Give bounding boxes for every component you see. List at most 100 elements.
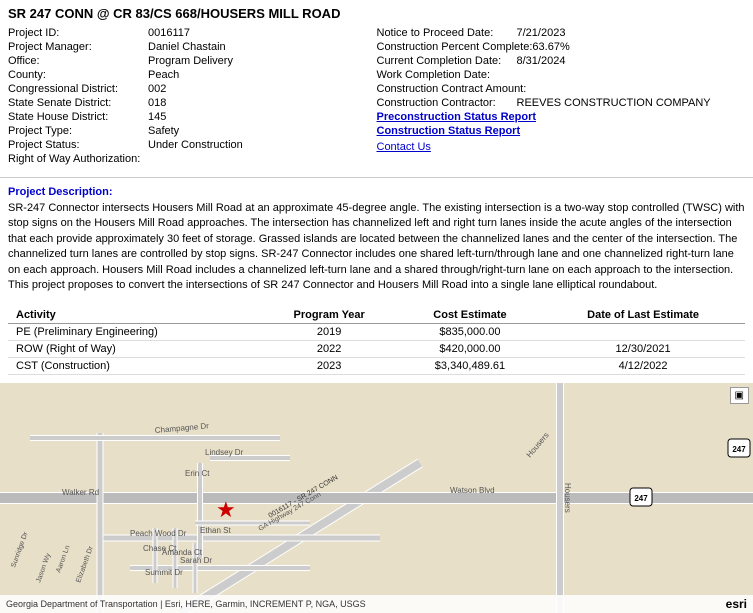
info-left-column: Project ID:0016117Project Manager:Daniel… (8, 27, 377, 165)
description-section: Project Description: SR-247 Connector in… (0, 186, 753, 299)
esri-logo: esri (726, 597, 747, 611)
activities-section: ActivityProgram YearCost EstimateDate of… (0, 307, 753, 375)
info-label: Project ID: (8, 27, 148, 39)
info-label: Construction Contract Amount: (377, 83, 527, 95)
table-header: Program Year (260, 307, 399, 324)
table-cell: $3,340,489.61 (399, 358, 541, 375)
svg-text:Ethan St: Ethan St (200, 526, 231, 535)
info-label: County: (8, 69, 148, 81)
info-value: Daniel Chastain (148, 41, 226, 53)
info-value: Safety (148, 125, 179, 137)
table-cell: 12/30/2021 (541, 341, 745, 358)
info-value: Program Delivery (148, 55, 233, 67)
table-cell (541, 324, 745, 341)
table-cell: 2023 (260, 358, 399, 375)
info-label: Construction Contractor: (377, 97, 517, 109)
svg-text:247: 247 (732, 445, 746, 454)
svg-text:Walker Rd: Walker Rd (62, 488, 99, 497)
info-row: Notice to Proceed Date:7/21/2023 (377, 27, 746, 39)
location-star-marker: ★ (216, 497, 236, 523)
info-value: Under Construction (148, 139, 243, 151)
info-value: Peach (148, 69, 179, 81)
map-container: 247 247 Champagne Dr Walker Rd Lindsey D… (0, 383, 753, 613)
info-row: State Senate District:018 (8, 97, 377, 109)
svg-text:Housers: Housers (563, 483, 572, 513)
info-value: 0016117 (148, 27, 190, 39)
svg-text:Sarah Dr: Sarah Dr (180, 556, 212, 565)
info-label: State Senate District: (8, 97, 148, 109)
expand-icon: ▣ (735, 390, 744, 401)
info-label: Construction Percent Complete: (377, 41, 533, 53)
info-row: Work Completion Date: (377, 69, 746, 81)
info-label: Work Completion Date: (377, 69, 517, 81)
info-row: Construction Status Report (377, 125, 746, 137)
table-cell: $420,000.00 (399, 341, 541, 358)
info-label: Project Status: (8, 139, 148, 151)
info-row: Construction Percent Complete:63.67% (377, 41, 746, 53)
info-label: Current Completion Date: (377, 55, 517, 67)
project-info-grid: Project ID:0016117Project Manager:Daniel… (8, 27, 745, 165)
info-row: Right of Way Authorization: (8, 153, 377, 165)
project-link[interactable]: Construction Status Report (377, 125, 521, 137)
info-value: 63.67% (532, 41, 569, 53)
svg-text:Lindsey Dr: Lindsey Dr (205, 448, 244, 457)
table-row: CST (Construction)2023$3,340,489.614/12/… (8, 358, 745, 375)
table-cell: 2019 (260, 324, 399, 341)
table-header: Cost Estimate (399, 307, 541, 324)
info-label: Right of Way Authorization: (8, 153, 148, 165)
contact-us-link[interactable]: Contact Us (377, 141, 431, 153)
page-title: SR 247 CONN @ CR 83/CS 668/HOUSERS MILL … (8, 6, 745, 21)
table-cell: 4/12/2022 (541, 358, 745, 375)
description-label: Project Description: (8, 186, 745, 198)
table-cell: CST (Construction) (8, 358, 260, 375)
info-label: Notice to Proceed Date: (377, 27, 517, 39)
info-value: 7/21/2023 (517, 27, 566, 39)
info-row: County:Peach (8, 69, 377, 81)
info-value: 002 (148, 83, 166, 95)
svg-text:247: 247 (634, 494, 648, 503)
table-cell: ROW (Right of Way) (8, 341, 260, 358)
info-value: 018 (148, 97, 166, 109)
activities-table: ActivityProgram YearCost EstimateDate of… (8, 307, 745, 375)
info-row: Congressional District:002 (8, 83, 377, 95)
description-text: SR-247 Connector intersects Housers Mill… (8, 201, 745, 293)
info-label: Project Type: (8, 125, 148, 137)
map-footer: Georgia Department of Transportation | E… (0, 595, 753, 613)
table-cell: $835,000.00 (399, 324, 541, 341)
svg-text:Erin Ct: Erin Ct (185, 469, 210, 478)
info-value: REEVES CONSTRUCTION COMPANY (517, 97, 711, 109)
info-row: Preconstruction Status Report (377, 111, 746, 123)
map-expand-button[interactable]: ▣ (730, 387, 749, 404)
info-right-column: Notice to Proceed Date:7/21/2023 Construc… (377, 27, 746, 165)
header-section: SR 247 CONN @ CR 83/CS 668/HOUSERS MILL … (0, 0, 753, 169)
svg-text:Peach Wood Dr: Peach Wood Dr (130, 529, 187, 538)
table-header: Activity (8, 307, 260, 324)
info-row: Contact Us (377, 141, 746, 153)
info-row: Project Manager:Daniel Chastain (8, 41, 377, 53)
info-row: State House District:145 (8, 111, 377, 123)
info-row: Project Type:Safety (8, 125, 377, 137)
info-row: Project ID:0016117 (8, 27, 377, 39)
divider-1 (0, 177, 753, 178)
map-attribution: Georgia Department of Transportation | E… (6, 599, 366, 609)
project-link[interactable]: Preconstruction Status Report (377, 111, 537, 123)
info-row: Construction Contractor:REEVES CONSTRUCT… (377, 97, 746, 109)
svg-text:Summit Dr: Summit Dr (145, 568, 183, 577)
info-row: Current Completion Date:8/31/2024 (377, 55, 746, 67)
info-row: Construction Contract Amount: (377, 83, 746, 95)
svg-text:Watson Blvd: Watson Blvd (450, 486, 495, 495)
info-value: 145 (148, 111, 166, 123)
info-label: Congressional District: (8, 83, 148, 95)
info-row: Project Status:Under Construction (8, 139, 377, 151)
table-cell: PE (Preliminary Engineering) (8, 324, 260, 341)
map-svg: 247 247 Champagne Dr Walker Rd Lindsey D… (0, 383, 753, 613)
table-row: ROW (Right of Way)2022$420,000.0012/30/2… (8, 341, 745, 358)
info-value: 8/31/2024 (517, 55, 566, 67)
table-cell: 2022 (260, 341, 399, 358)
info-label: State House District: (8, 111, 148, 123)
info-label: Office: (8, 55, 148, 67)
info-label: Project Manager: (8, 41, 148, 53)
info-row: Office:Program Delivery (8, 55, 377, 67)
table-header: Date of Last Estimate (541, 307, 745, 324)
table-row: PE (Preliminary Engineering)2019$835,000… (8, 324, 745, 341)
